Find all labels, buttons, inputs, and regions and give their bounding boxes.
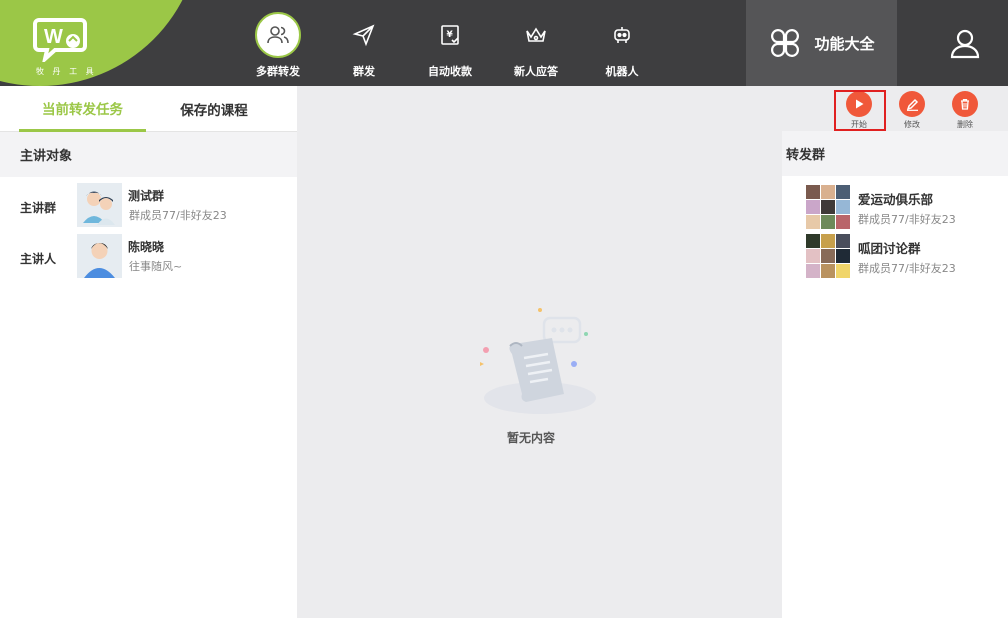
- tab-current-tasks[interactable]: 当前转发任务: [19, 86, 146, 132]
- edit-icon: [906, 98, 918, 111]
- payment-icon: ¥: [441, 25, 459, 45]
- group-name: 测试群: [128, 189, 165, 203]
- top-bar: W 牧 丹 工 具 多群转发 群发 ¥ 自动收款 新人应答 机器人 功能大全: [0, 0, 1008, 86]
- group-avatar-grid: [806, 185, 850, 229]
- group-name: 爱运动俱乐部: [858, 192, 934, 207]
- svg-text:¥: ¥: [447, 30, 454, 40]
- lecturer-avatar: [77, 234, 122, 278]
- nav-item-auto-payment[interactable]: ¥ 自动收款: [407, 0, 493, 86]
- forward-group-item[interactable]: 爱运动俱乐部 群成员77/非好友23: [806, 185, 1006, 229]
- user-icon: [950, 29, 980, 59]
- nav-label: 自动收款: [428, 65, 472, 78]
- group-name: 呱团讨论群: [858, 241, 921, 256]
- lecturer-signature: 往事随风~: [129, 260, 183, 273]
- edit-label: 修改: [904, 120, 920, 129]
- delete-label: 删除: [957, 120, 973, 129]
- forward-groups-panel: 爱运动俱乐部 群成员77/非好友23 呱团讨论群 群成员77/非好友23: [782, 176, 1008, 618]
- group-member-count: 群成员77/非好友23: [858, 213, 956, 226]
- crown-icon: [526, 27, 546, 42]
- section-title-forward-groups: 转发群: [782, 131, 1008, 176]
- forward-group-item[interactable]: 呱团讨论群 群成员77/非好友23: [806, 234, 1006, 278]
- start-highlight-box: [834, 90, 886, 131]
- lecturer-name: 陈晓晓: [128, 240, 165, 254]
- row-label: 主讲人: [20, 252, 57, 266]
- users-icon: [267, 26, 289, 44]
- logo: W 牧 丹 工 具: [0, 0, 205, 86]
- nav-label: 机器人: [605, 65, 639, 78]
- task-tabs: 当前转发任务 保存的课程: [0, 86, 297, 132]
- nav-label: 群发: [353, 65, 375, 78]
- nav-label: 多群转发: [256, 65, 300, 78]
- delete-button[interactable]: 删除: [945, 91, 985, 131]
- group-member-count: 群成员77/非好友23: [858, 262, 956, 275]
- lecture-group-row[interactable]: 主讲群 测试群 群成员77/非好友23: [0, 183, 297, 229]
- nav-item-newcomer-reply[interactable]: 新人应答: [493, 0, 579, 86]
- group-member-count: 群成员77/非好友23: [129, 209, 227, 222]
- robot-icon: [614, 27, 630, 43]
- logo-icon: W: [33, 18, 87, 62]
- svg-text:W: W: [44, 26, 63, 48]
- group-avatar: [77, 183, 122, 227]
- send-icon: [352, 24, 375, 47]
- left-panel: 当前转发任务 保存的课程 主讲对象 主讲群 测试群 群成员77/非好友23 主讲…: [0, 86, 297, 618]
- lecturer-row[interactable]: 主讲人 陈晓晓 往事随风~: [0, 234, 297, 280]
- nav-label: 新人应答: [514, 65, 558, 78]
- edit-button[interactable]: 修改: [892, 91, 932, 131]
- user-profile-button[interactable]: [940, 22, 990, 64]
- main-nav: 多群转发 群发 ¥ 自动收款 新人应答 机器人: [235, 0, 665, 86]
- empty-state-text: 暂无内容: [507, 431, 556, 445]
- nav-item-broadcast[interactable]: 群发: [321, 0, 407, 86]
- nav-item-robot[interactable]: 机器人: [579, 0, 665, 86]
- empty-state-illustration: [480, 308, 596, 414]
- logo-text: 牧 丹 工 具: [36, 67, 97, 76]
- group-avatar-grid: [806, 234, 850, 278]
- section-title-lecture-target: 主讲对象: [0, 132, 297, 177]
- function-menu-label: 功能大全: [814, 34, 875, 53]
- trash-icon: [961, 98, 969, 110]
- clover-icon: [771, 29, 800, 57]
- task-content-area: 暂无内容: [297, 86, 782, 614]
- nav-item-multi-forward[interactable]: 多群转发: [235, 0, 321, 86]
- row-label: 主讲群: [20, 201, 57, 215]
- tab-saved-courses[interactable]: 保存的课程: [154, 86, 274, 132]
- function-menu-button[interactable]: 功能大全: [746, 0, 897, 86]
